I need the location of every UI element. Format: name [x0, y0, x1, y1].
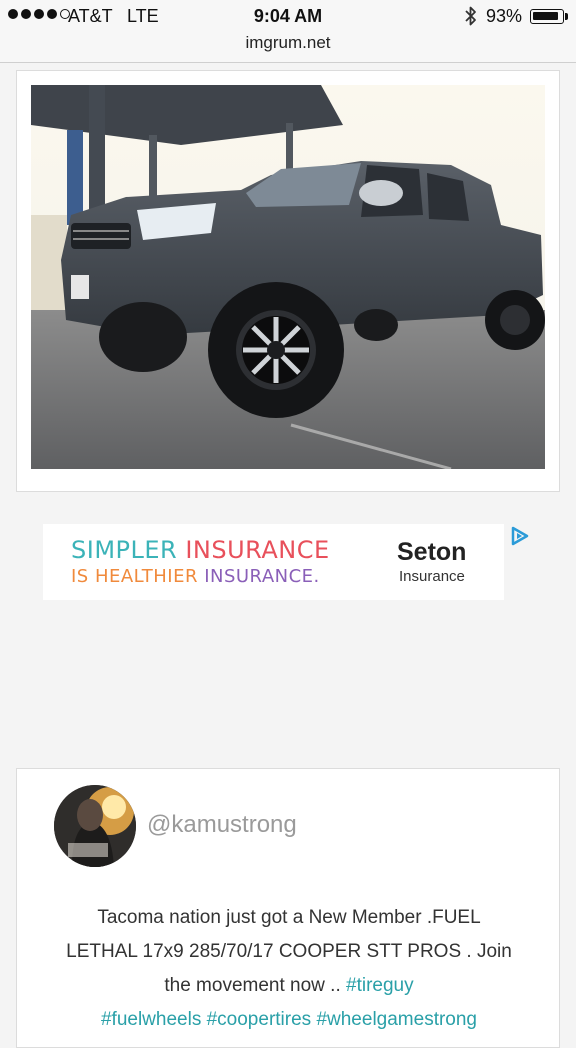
truck-photo[interactable]	[31, 85, 545, 469]
ad-brand-name: Seton	[397, 538, 467, 566]
bluetooth-icon	[465, 6, 476, 26]
battery-percentage: 93%	[486, 6, 523, 26]
photo-card	[16, 70, 560, 492]
caption-line: Tacoma nation just got a New Member .FUE…	[97, 907, 481, 928]
ad-word: INSURANCE.	[204, 566, 320, 587]
caption-line: LETHAL 17x9 285/70/17 COOPER STT PROS . …	[66, 941, 512, 962]
insurance-ad-banner[interactable]: SIMPLER INSURANCE IS HEALTHIER INSURANCE…	[43, 524, 504, 600]
hashtag-link[interactable]: #tireguy	[346, 975, 414, 996]
browser-top-bar: AT&T LTE 9:04 AM 93% imgrum.net	[0, 0, 576, 63]
status-bar: AT&T LTE 9:04 AM 93%	[0, 0, 576, 32]
url-address[interactable]: imgrum.net	[0, 33, 576, 53]
hashtag-link[interactable]: #coopertires	[207, 1009, 312, 1030]
caption-line: the movement now .. #tireguy	[47, 969, 531, 1003]
ad-word: IS HEALTHIER	[71, 566, 198, 587]
caption-line: #fuelwheels #coopertires #wheelgamestron…	[47, 1003, 531, 1037]
avatar[interactable]	[54, 785, 136, 867]
ad-word: INSURANCE	[185, 536, 330, 564]
adchoices-icon[interactable]	[508, 524, 532, 548]
ad-brand-subtitle: Insurance	[399, 568, 465, 585]
ad-headline-line1: SIMPLER INSURANCE	[71, 536, 330, 564]
post-username[interactable]: @kamustrong	[147, 811, 297, 839]
battery-icon	[530, 9, 564, 24]
battery-nub	[565, 13, 568, 20]
hashtag-link[interactable]: #wheelgamestrong	[316, 1009, 477, 1030]
hashtag-link[interactable]: #fuelwheels	[101, 1009, 201, 1030]
post-card: @kamustrong Tacoma nation just got a New…	[16, 768, 560, 1048]
caption-text: the movement now ..	[164, 975, 347, 996]
ad-word: SIMPLER	[71, 536, 178, 564]
ad-headline-line2: IS HEALTHIER INSURANCE.	[71, 566, 320, 587]
post-caption: Tacoma nation just got a New Member .FUE…	[47, 901, 531, 1037]
